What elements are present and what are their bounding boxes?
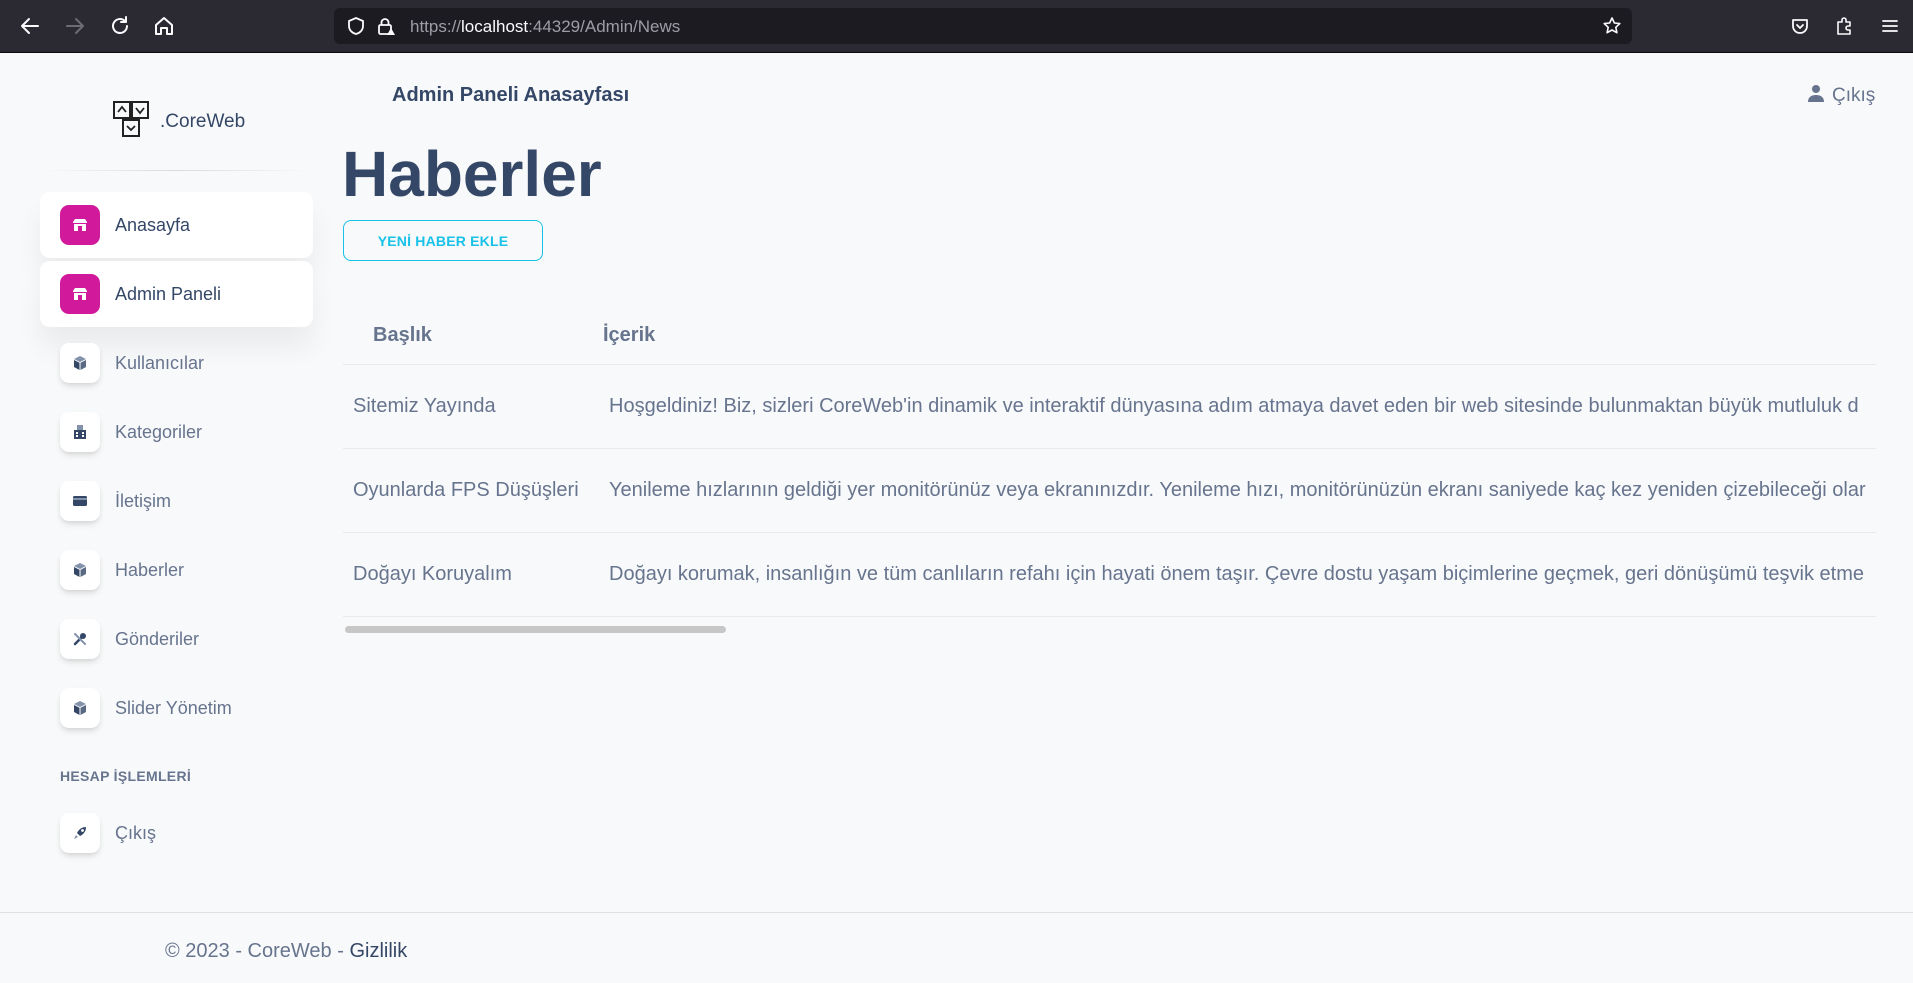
horizontal-scrollbar[interactable] [345,626,726,633]
forward-icon[interactable] [61,12,89,40]
url-text: https://localhost:44329/Admin/News [410,17,681,36]
sidebar-item-label: Çıkış [115,822,157,843]
menu-icon[interactable] [1876,12,1904,40]
header-logout-label: Çıkış [1832,85,1876,106]
sidebar-item-iletisim[interactable]: İletişim [40,468,313,534]
box-icon [60,343,100,383]
cell-content: Yenileme hızlarının geldiği yer monitörü… [599,448,1876,533]
cell-content: Hoşgeldiniz! Biz, sizleri CoreWeb'in din… [599,364,1876,449]
browser-toolbar: https://localhost:44329/Admin/News [0,0,1913,53]
pocket-icon[interactable] [1786,12,1814,40]
cell-title: Sitemiz Yayında [343,364,599,449]
office-icon [60,412,100,452]
news-table-container[interactable]: Başlık İçerik Sitemiz Yayında Hoşgeldini… [343,306,1913,636]
sidebar-item-kullanicilar[interactable]: Kullanıcılar [40,330,313,396]
section-title-hesap-islemleri: HESAP İŞLEMLERİ [60,768,192,784]
page-title: Haberler [342,138,602,210]
sidebar-item-slider-yonetim[interactable]: Slider Yönetim [40,675,313,741]
sidebar-nav: Anasayfa Admin Paneli Kullanıcılar Kateg… [40,192,313,744]
spaceship-icon [60,813,100,853]
sidebar-item-gonderiler[interactable]: Gönderiler [40,606,313,672]
sidebar-item-label: Gönderiler [115,628,200,649]
table-header-row: Başlık İçerik [343,306,1876,365]
add-news-button[interactable]: YENİ HABER EKLE [343,220,543,261]
cell-title: Doğayı Koruyalım [343,532,599,617]
table-row: Oyunlarda FPS Düşüşleri Yenileme hızları… [343,448,1876,533]
privacy-link[interactable]: Gizlilik [349,940,407,962]
table-row: Sitemiz Yayında Hoşgeldiniz! Biz, sizler… [343,364,1876,449]
user-icon [1808,84,1824,108]
header-logout-link[interactable]: Çıkış [1808,84,1875,108]
sidebar-divider [40,170,312,171]
sidebar-item-label: Slider Yönetim [115,697,232,718]
cell-content: Doğayı korumak, insanlığın ve tüm canlıl… [599,532,1876,617]
box-icon [60,550,100,590]
footer-divider [0,912,1913,913]
credit-card-icon [60,481,100,521]
shop-icon [60,205,100,245]
table-row: Doğayı Koruyalım Doğayı korumak, insanlı… [343,532,1876,617]
address-bar[interactable]: https://localhost:44329/Admin/News [334,8,1632,44]
sidebar-item-cikis[interactable]: Çıkış [40,800,313,866]
sidebar-item-label: Admin Paneli [115,283,222,304]
sidebar-item-haberler[interactable]: Haberler [40,537,313,603]
sidebar-item-kategoriler[interactable]: Kategoriler [40,399,313,465]
shield-icon[interactable] [346,16,366,36]
extensions-icon[interactable] [1830,12,1858,40]
shop-icon [60,274,100,314]
reload-icon[interactable] [106,12,134,40]
brand-link[interactable]: .CoreWeb [112,100,245,144]
brand-name: .CoreWeb [160,111,246,132]
box-icon [60,688,100,728]
sidebar-item-label: Haberler [115,559,185,580]
sidebar-item-label: İletişim [115,490,172,511]
lock-warning-icon[interactable] [376,16,396,36]
sidebar-item-label: Kategoriler [115,421,203,442]
sidebar-item-admin-paneli[interactable]: Admin Paneli [40,261,313,327]
home-icon[interactable] [150,12,178,40]
settings-tools-icon [60,619,100,659]
footer: © 2023 - CoreWeb - Gizlilik [165,940,407,963]
sidebar-item-anasayfa[interactable]: Anasayfa [40,192,313,258]
sidebar-item-label: Anasayfa [115,214,191,235]
back-icon[interactable] [16,12,44,40]
bookmark-star-icon[interactable] [1602,16,1622,36]
column-header-content: İçerik [599,306,1876,365]
column-header-title: Başlık [343,306,599,365]
header-title: Admin Paneli Anasayfası [392,84,630,106]
sidebar-item-label: Kullanıcılar [115,352,205,373]
footer-copyright: © 2023 - CoreWeb - [165,940,350,962]
brand-logo-icon [112,100,152,145]
news-table: Başlık İçerik Sitemiz Yayında Hoşgeldini… [343,306,1876,617]
cell-title: Oyunlarda FPS Düşüşleri [343,448,599,533]
